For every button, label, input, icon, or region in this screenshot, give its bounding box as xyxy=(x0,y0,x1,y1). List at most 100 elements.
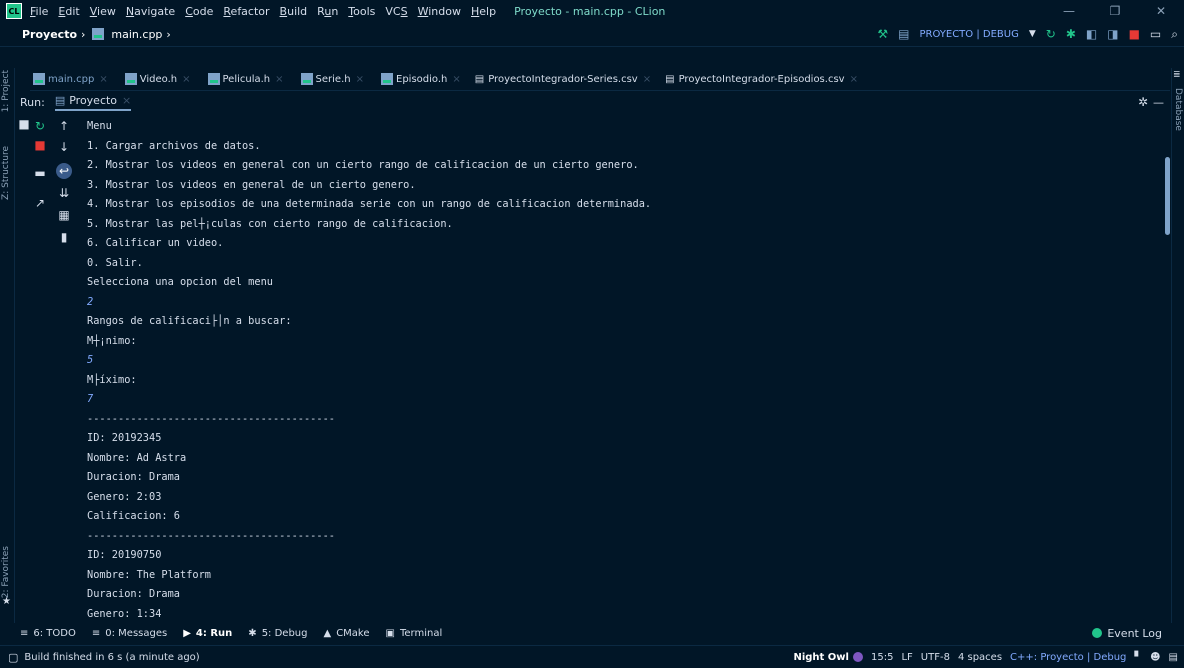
memory-icon[interactable]: ▤ xyxy=(1169,652,1178,663)
layout-icon[interactable]: ▭ xyxy=(1150,27,1161,41)
tab-episodio-h[interactable]: Episodio.h × xyxy=(378,73,461,85)
layout-icon[interactable]: ▬ xyxy=(32,165,48,181)
tool-window-debug[interactable]: ✱ 5: Debug xyxy=(248,628,307,639)
inspector-icon[interactable]: ☻ xyxy=(1150,652,1160,663)
close-tab-icon[interactable]: × xyxy=(850,74,858,85)
breadcrumb-project[interactable]: Proyecto xyxy=(22,28,77,41)
console-output-line: Genero: 1:34 xyxy=(87,607,162,620)
trash-icon[interactable]: ▮ xyxy=(56,229,72,245)
print-icon[interactable]: ▦ xyxy=(56,207,72,223)
close-tab-icon[interactable]: × xyxy=(275,74,283,85)
header-file-icon xyxy=(381,73,393,85)
profile-icon[interactable]: ◨ xyxy=(1107,27,1118,41)
stop-icon[interactable]: ■ xyxy=(1129,27,1140,41)
scroll-to-end-icon[interactable]: ⇊ xyxy=(56,185,72,201)
indent-setting[interactable]: 4 spaces xyxy=(958,652,1002,663)
coverage-icon[interactable]: ◧ xyxy=(1086,27,1097,41)
search-icon[interactable]: ⌕ xyxy=(1171,27,1178,42)
console-input-line: 7 xyxy=(87,393,94,405)
run-label: Run: xyxy=(20,95,45,109)
tool-window-messages[interactable]: ≡ 0: Messages xyxy=(92,628,167,639)
console-output-line: Menu xyxy=(87,120,112,132)
close-tab-icon[interactable]: × xyxy=(99,74,107,85)
rerun-icon[interactable]: ↻ xyxy=(32,118,48,134)
down-arrow-icon[interactable]: ↓ xyxy=(56,139,72,155)
close-tab-icon[interactable]: × xyxy=(182,74,190,85)
tool-window-run[interactable]: ▶ 4: Run xyxy=(183,628,232,639)
project-tool-window[interactable]: 1: Project xyxy=(1,70,11,112)
soft-wrap-icon[interactable]: ↩ xyxy=(56,163,72,179)
hide-panel-icon[interactable]: — xyxy=(1153,96,1164,109)
close-window-button[interactable]: ✕ xyxy=(1138,0,1184,22)
pin-icon[interactable]: ■ xyxy=(16,116,32,132)
run-configuration-select[interactable]: PROYECTO | DEBUG xyxy=(919,29,1018,40)
menu-build[interactable]: Build xyxy=(280,5,308,18)
tab-main-cpp[interactable]: main.cpp × xyxy=(30,73,108,85)
chevron-down-icon[interactable]: ▼ xyxy=(1029,29,1036,39)
pin-tab-icon[interactable]: ↗ xyxy=(32,195,48,211)
structure-tool-window[interactable]: Z: Structure xyxy=(1,146,11,200)
tab-pelicula-h[interactable]: Pelicula.h × xyxy=(205,73,284,85)
tab-video-h[interactable]: Video.h × xyxy=(122,73,191,85)
header-file-icon xyxy=(300,73,313,85)
tab-label: Episodio.h xyxy=(396,73,448,85)
tab-serie-h[interactable]: Serie.h × xyxy=(298,73,364,85)
database-tool-window[interactable]: Database xyxy=(1173,88,1183,131)
menu-help[interactable]: Help xyxy=(471,5,496,18)
menu-navigate[interactable]: Navigate xyxy=(126,5,175,18)
lock-icon[interactable]: ▘ xyxy=(1134,652,1142,663)
menu-run[interactable]: Run xyxy=(317,5,338,18)
close-tab-icon[interactable]: × xyxy=(452,74,460,85)
rerun-icon[interactable]: ↻ xyxy=(1046,27,1056,41)
up-arrow-icon[interactable]: ↑ xyxy=(56,118,72,134)
caret-position[interactable]: 15:5 xyxy=(871,652,893,663)
tool-window-terminal[interactable]: ▣ Terminal xyxy=(386,628,443,639)
tab-episodios-csv[interactable]: ▤ ProyectoIntegrador-Episodios.csv × xyxy=(665,74,858,85)
gear-icon[interactable]: ✲ xyxy=(1138,95,1148,109)
resolve-context[interactable]: C++: Proyecto | Debug xyxy=(1010,652,1126,663)
close-tab-icon[interactable]: × xyxy=(356,74,364,85)
run-tab-proyecto[interactable]: ▤ Proyecto × xyxy=(54,94,132,111)
status-message[interactable]: Build finished in 6 s (a minute ago) xyxy=(24,652,199,663)
run-icon: ▶ xyxy=(183,627,191,639)
header-file-icon xyxy=(124,73,137,85)
menu-code[interactable]: Code xyxy=(185,5,213,18)
run-config-icon: ▤ xyxy=(898,27,910,41)
close-tab-icon[interactable]: × xyxy=(643,74,651,85)
menu-edit[interactable]: Edit xyxy=(58,5,79,18)
cmake-icon: ▲ xyxy=(323,627,332,639)
tab-series-csv[interactable]: ▤ ProyectoIntegrador-Series.csv × xyxy=(475,74,651,85)
menu-window[interactable]: Window xyxy=(418,5,461,18)
line-separator[interactable]: LF xyxy=(901,652,912,663)
file-encoding[interactable]: UTF-8 xyxy=(921,652,950,663)
breadcrumb-file[interactable]: main.cpp xyxy=(111,28,162,41)
event-log-icon xyxy=(1092,628,1103,638)
console-output-line: 0. Salir. xyxy=(87,256,143,269)
favorites-tool-window[interactable]: 2: Favorites xyxy=(1,546,11,598)
close-tab-icon[interactable]: × xyxy=(122,94,131,107)
console-output-line: Calificacion: 6 xyxy=(87,510,180,522)
console-output-line: ---------------------------------------- xyxy=(87,529,335,542)
menu-view[interactable]: View xyxy=(90,5,116,18)
menu-tools[interactable]: Tools xyxy=(348,5,375,18)
console-output-line: ID: 20192345 xyxy=(87,432,162,444)
minimize-button[interactable]: — xyxy=(1046,0,1092,22)
menu-file[interactable]: File xyxy=(30,5,48,18)
stop-icon[interactable]: ■ xyxy=(32,137,48,153)
debug-bug-icon[interactable]: ✱ xyxy=(1066,27,1076,41)
event-log-button[interactable]: Event Log xyxy=(1092,627,1162,640)
console-output-line: Nombre: The Platform xyxy=(87,568,211,581)
menu-vcs[interactable]: VCS xyxy=(385,5,407,18)
tab-label: Serie.h xyxy=(315,73,351,85)
tool-window-cmake[interactable]: ▲ CMake xyxy=(323,628,369,639)
toggle-tool-windows-icon[interactable]: ▢ xyxy=(8,651,18,664)
tool-window-todo[interactable]: ≡ 6: TODO xyxy=(20,628,76,639)
left-tool-strip: 1: Project Z: Structure 2: Favorites ★ xyxy=(0,68,15,623)
build-hammer-icon[interactable]: ⚒ xyxy=(877,27,888,41)
console-scrollbar[interactable] xyxy=(1165,157,1170,235)
run-console-output[interactable]: Menu 1. Cargar archivos de datos. 2. Mostr… xyxy=(87,117,1164,623)
maximize-button[interactable]: ❐ xyxy=(1092,0,1138,22)
tool-window-label: Terminal xyxy=(399,627,443,639)
theme-indicator[interactable]: Night Owl xyxy=(793,652,863,663)
menu-refactor[interactable]: Refactor xyxy=(223,5,269,18)
